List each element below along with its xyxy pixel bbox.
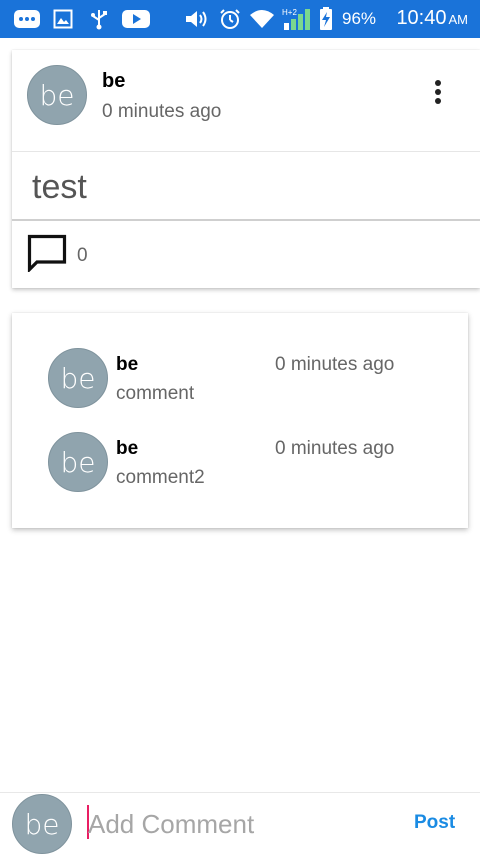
divider	[12, 151, 480, 152]
post-card: be be 0 minutes ago test 0	[12, 50, 480, 288]
svg-text:H+2: H+2	[282, 8, 297, 17]
volume-icon	[184, 8, 210, 30]
post-button[interactable]: Post	[414, 812, 455, 834]
comments-card: be be 0 minutes ago comment be be 0 minu…	[12, 313, 468, 528]
comment-text: comment	[116, 383, 195, 404]
add-comment-input[interactable]	[88, 805, 398, 843]
clock-time: 10:40	[396, 7, 447, 29]
post-author: be	[102, 70, 126, 92]
more-options-icon[interactable]	[430, 80, 446, 108]
composer-avatar[interactable]: be	[12, 794, 72, 854]
battery-charging-icon	[318, 7, 334, 30]
comment-avatar[interactable]: be	[48, 432, 108, 492]
clock-ampm: AM	[448, 12, 469, 27]
message-icon	[12, 8, 42, 30]
post-avatar[interactable]: be	[27, 65, 87, 125]
divider	[12, 219, 480, 221]
battery-percent: 96%	[342, 9, 377, 28]
wifi-icon	[248, 8, 276, 30]
usb-icon	[88, 8, 110, 30]
post-body: test	[32, 168, 87, 206]
comment-author: be	[116, 438, 139, 459]
comment-text: comment2	[116, 467, 205, 488]
comment-time: 0 minutes ago	[275, 438, 395, 459]
comment-count: 0	[77, 245, 88, 266]
comment-icon[interactable]	[27, 234, 67, 274]
clock: 10:40 AM	[396, 7, 468, 30]
alarm-icon	[218, 8, 242, 30]
comment-author: be	[116, 354, 139, 375]
comment-avatar[interactable]: be	[48, 348, 108, 408]
youtube-icon	[122, 8, 150, 30]
image-icon	[52, 8, 74, 30]
post-time: 0 minutes ago	[102, 101, 222, 122]
status-bar: H+2 96% 10:40 AM	[0, 0, 480, 38]
signal-icon: H+2	[282, 8, 312, 30]
comment-time: 0 minutes ago	[275, 354, 395, 375]
